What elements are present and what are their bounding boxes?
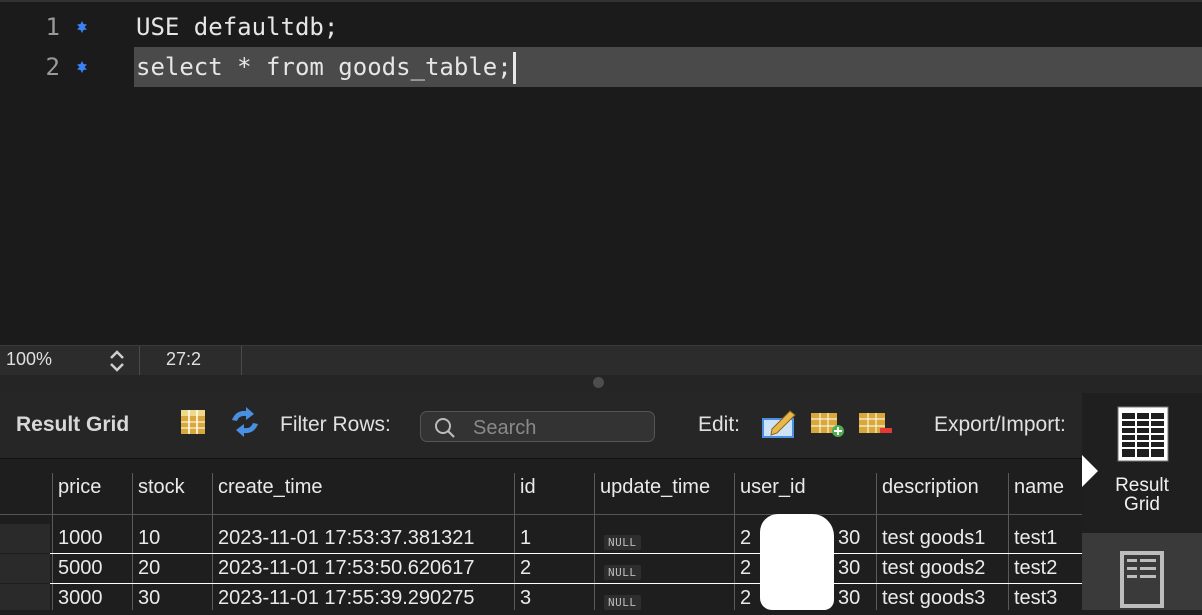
result-toolbar: Result Grid Filter Rows: Edit: Export/Im… (0, 393, 1082, 459)
row-selector[interactable] (0, 524, 50, 553)
editor-line-2[interactable]: 2 select * from goods_table; (0, 47, 1202, 87)
filter-rows-label: Filter Rows: (280, 413, 391, 436)
panel-splitter[interactable] (0, 375, 1202, 393)
column-header-create-time[interactable]: create_time (218, 476, 323, 499)
cell-id[interactable]: 3 (520, 587, 531, 610)
editor-code-wrap[interactable]: select * from goods_table; (136, 47, 516, 87)
cell-id[interactable]: 1 (520, 527, 531, 550)
cell-user-id-end[interactable]: 30 (838, 557, 860, 580)
edit-row-icon[interactable] (762, 407, 796, 441)
export-import-label: Export/Import: (934, 413, 1066, 436)
column-header-id[interactable]: id (520, 476, 536, 499)
splitter-handle-icon[interactable] (593, 377, 604, 388)
cursor-position: 27:2 (166, 349, 202, 369)
column-header-update-time[interactable]: update_time (600, 476, 710, 499)
form-editor-icon (1118, 549, 1166, 615)
grid-header: price stock create_time id update_time u… (0, 459, 1082, 515)
cell-name[interactable]: test3 (1014, 587, 1057, 610)
cell-description[interactable]: test goods1 (882, 527, 985, 550)
cell-update-time[interactable]: NULL (604, 559, 641, 582)
cell-id[interactable]: 2 (520, 557, 531, 580)
side-tab-label-line2: Grid (1124, 494, 1160, 515)
cell-user-id-end[interactable]: 30 (838, 587, 860, 610)
status-divider (241, 346, 242, 376)
zoom-stepper-icon[interactable] (106, 349, 128, 373)
cell-price[interactable]: 1000 (58, 527, 103, 550)
cell-stock[interactable]: 30 (138, 587, 160, 610)
column-header-name[interactable]: name (1014, 476, 1064, 499)
null-badge: NULL (604, 595, 641, 610)
cell-user-id-start[interactable]: 2 (740, 557, 751, 580)
editor-code[interactable]: USE defaultdb; (136, 7, 338, 47)
cell-user-id-end[interactable]: 30 (838, 527, 860, 550)
cell-create-time[interactable]: 2023-11-01 17:53:50.620617 (218, 557, 475, 580)
row-selector[interactable] (0, 584, 50, 610)
refresh-icon[interactable] (228, 407, 262, 441)
search-icon (433, 416, 457, 445)
add-row-icon[interactable] (810, 407, 844, 441)
zoom-level[interactable]: 100% (6, 349, 52, 370)
table-row[interactable]: 1000 10 2023-11-01 17:53:37.381321 1 NUL… (0, 524, 1082, 553)
statement-marker-icon (76, 21, 88, 33)
cell-description[interactable]: test goods2 (882, 557, 985, 580)
cell-price[interactable]: 3000 (58, 587, 103, 610)
result-grid[interactable]: price stock create_time id update_time u… (0, 459, 1082, 610)
sql-editor[interactable]: 1 USE defaultdb; 2 select * from goods_t… (0, 0, 1202, 345)
columns-icon[interactable] (178, 407, 212, 441)
result-grid-icon (1116, 405, 1170, 468)
cell-description[interactable]: test goods3 (882, 587, 985, 610)
side-tab-label-line1: Result (1115, 475, 1169, 496)
line-number: 1 (45, 13, 60, 41)
side-tab-form-editor[interactable] (1082, 533, 1202, 610)
redaction-blob (760, 514, 834, 610)
cell-user-id-start[interactable]: 2 (740, 527, 751, 550)
cell-price[interactable]: 5000 (58, 557, 103, 580)
side-tab-result-grid[interactable]: Result Grid (1082, 393, 1202, 533)
cell-update-time[interactable]: NULL (604, 529, 641, 552)
cell-create-time[interactable]: 2023-11-01 17:53:37.381321 (218, 527, 475, 550)
cell-stock[interactable]: 20 (138, 557, 160, 580)
result-grid-title: Result Grid (16, 413, 130, 436)
edit-label: Edit: (698, 413, 741, 436)
line-number: 2 (45, 53, 60, 81)
column-header-user-id[interactable]: user_id (740, 476, 806, 499)
result-side-panel: Result Grid (1082, 393, 1202, 610)
null-badge: NULL (604, 535, 641, 550)
text-caret (512, 52, 516, 84)
cell-stock[interactable]: 10 (138, 527, 160, 550)
null-badge: NULL (604, 565, 641, 580)
column-header-price[interactable]: price (58, 476, 101, 499)
search-input[interactable] (471, 415, 650, 441)
cell-update-time[interactable]: NULL (604, 589, 641, 610)
row-selector[interactable] (0, 554, 50, 583)
cell-name[interactable]: test2 (1014, 557, 1057, 580)
cell-name[interactable]: test1 (1014, 527, 1057, 550)
statement-marker-icon (76, 61, 88, 73)
delete-row-icon[interactable] (858, 407, 892, 441)
table-row[interactable]: 5000 20 2023-11-01 17:53:50.620617 2 NUL… (0, 554, 1082, 583)
editor-code[interactable]: select * from goods_table; (136, 53, 512, 81)
table-row[interactable]: 3000 30 2023-11-01 17:55:39.290275 3 NUL… (0, 584, 1082, 610)
column-header-stock[interactable]: stock (138, 476, 185, 499)
editor-line-1[interactable]: 1 USE defaultdb; (0, 7, 1202, 47)
cell-user-id-start[interactable]: 2 (740, 587, 751, 610)
status-divider (139, 346, 140, 376)
filter-search-field[interactable] (420, 411, 655, 442)
column-header-description[interactable]: description (882, 476, 979, 499)
editor-status-bar: 100% 27:2 (0, 345, 1202, 376)
cell-create-time[interactable]: 2023-11-01 17:55:39.290275 (218, 587, 475, 610)
